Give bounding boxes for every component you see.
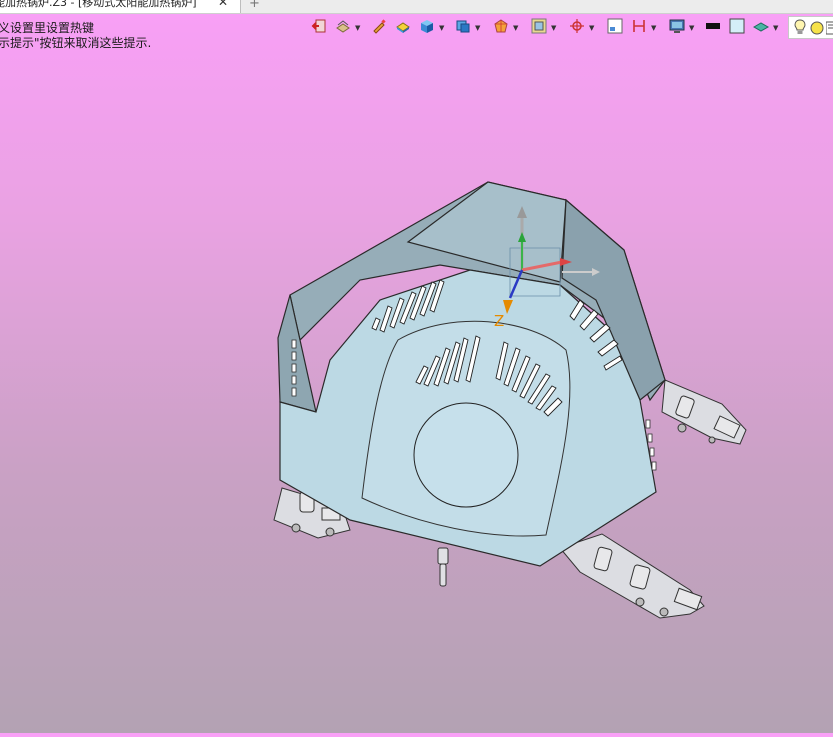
axis-z-label: Z [494,312,504,330]
3d-viewport[interactable]: Z [0,0,833,733]
support-pin [437,547,449,587]
roller-assembly-bottom [559,533,705,619]
boiler-model[interactable]: Z [0,0,833,733]
roller-assembly-right [661,379,747,445]
